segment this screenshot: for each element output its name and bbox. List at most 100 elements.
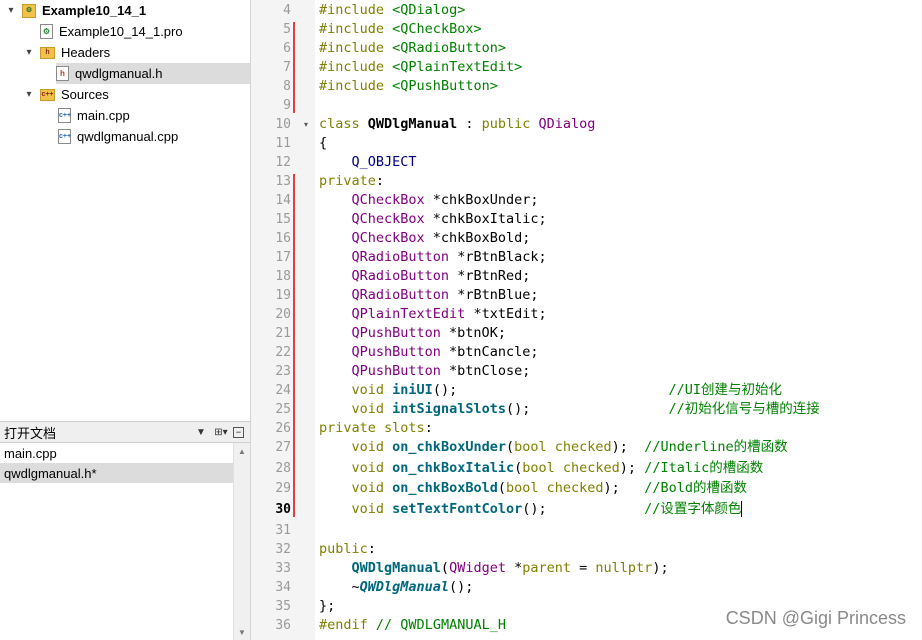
close-icon[interactable]: − bbox=[233, 426, 244, 438]
code-line[interactable]: void on_chkBoxUnder(bool checked); //Und… bbox=[319, 438, 788, 457]
line-number: 20 bbox=[275, 307, 291, 322]
code-line[interactable]: QCheckBox *chkBoxItalic; bbox=[319, 210, 547, 229]
code-line[interactable]: QCheckBox *chkBoxBold; bbox=[319, 229, 531, 248]
code-line[interactable]: private: bbox=[319, 172, 384, 191]
code-line[interactable]: }; bbox=[319, 597, 335, 616]
tree-item-qwdlgmanual-h[interactable]: h qwdlgmanual.h bbox=[56, 63, 250, 84]
code-line[interactable]: #include <QCheckBox> bbox=[319, 20, 482, 39]
open-documents-title: 打开文档 bbox=[4, 425, 57, 441]
code-line[interactable]: QCheckBox *chkBoxUnder; bbox=[319, 191, 539, 210]
tree-item-example10-14-1-pro[interactable]: ⚙ Example10_14_1.pro bbox=[40, 21, 183, 42]
code-line[interactable]: public: bbox=[319, 540, 376, 559]
code-line[interactable]: void intSignalSlots(); //初始化信号与槽的连接 bbox=[319, 400, 820, 419]
line-number: 10 bbox=[275, 117, 291, 132]
text-cursor bbox=[741, 501, 743, 517]
code-line[interactable]: #include <QDialog> bbox=[319, 1, 465, 20]
code-line[interactable]: void iniUI(); //UI创建与初始化 bbox=[319, 381, 783, 400]
line-number: 7 bbox=[283, 60, 291, 75]
code-editor[interactable]: #include <QDialog> #include <QCheckBox> #i… bbox=[315, 0, 922, 640]
line-number: 30 bbox=[275, 502, 291, 517]
left-panel: ▾ ⚙ Example10_14_1 ⚙ Example10_14_1.pro ▾ h Hea… bbox=[0, 0, 251, 640]
line-number: 23 bbox=[275, 364, 291, 379]
tree-item-headers[interactable]: h Headers bbox=[40, 42, 110, 63]
tree-item-label: main.cpp bbox=[77, 108, 130, 123]
split-icon[interactable]: ⊞▾ bbox=[213, 425, 229, 439]
code-line[interactable]: QRadioButton *rBtnBlue; bbox=[319, 286, 539, 305]
line-number: 4 bbox=[283, 3, 291, 18]
code-line[interactable]: void on_chkBoxBold(bool checked); //Bold… bbox=[319, 479, 747, 498]
line-number: 18 bbox=[275, 269, 291, 284]
code-line[interactable]: #endif // QWDLGMANUAL_H bbox=[319, 616, 506, 635]
code-line[interactable]: void setTextFontColor(); //设置字体颜色 bbox=[319, 500, 743, 519]
scroll-up-icon[interactable]: ▲ bbox=[234, 443, 250, 459]
open-documents-scrollbar[interactable]: ▲ ▼ bbox=[233, 443, 250, 640]
line-number: 5 bbox=[283, 22, 291, 37]
code-line[interactable]: void on_chkBoxItalic(bool checked); //It… bbox=[319, 459, 764, 478]
line-number: 15 bbox=[275, 212, 291, 227]
line-number: 13 bbox=[275, 174, 291, 189]
expand-arrow-icon[interactable]: ▾ bbox=[22, 42, 36, 63]
project-icon: ⚙ bbox=[22, 3, 36, 18]
combo-arrow-icon[interactable]: ▼ bbox=[193, 425, 209, 439]
code-line[interactable]: QPushButton *btnOK; bbox=[319, 324, 506, 343]
line-number: 34 bbox=[275, 580, 291, 595]
line-number: 31 bbox=[275, 523, 291, 538]
code-line[interactable]: QPushButton *btnCancle; bbox=[319, 343, 539, 362]
tree-item-label: Sources bbox=[61, 87, 109, 102]
tree-item-sources[interactable]: c++ Sources bbox=[40, 84, 109, 105]
code-line[interactable]: #include <QPushButton> bbox=[319, 77, 498, 96]
open-document-item[interactable]: qwdlgmanual.h* bbox=[0, 463, 233, 483]
code-line[interactable]: QRadioButton *rBtnRed; bbox=[319, 267, 531, 286]
line-number: 16 bbox=[275, 231, 291, 246]
code-line[interactable]: Q_OBJECT bbox=[319, 153, 417, 172]
line-number: 36 bbox=[275, 618, 291, 633]
line-number: 28 bbox=[275, 461, 291, 476]
open-documents-list: main.cpp qwdlgmanual.h* bbox=[0, 443, 233, 640]
line-number: 24 bbox=[275, 383, 291, 398]
expand-arrow-icon[interactable]: ▾ bbox=[22, 84, 36, 105]
code-line[interactable]: QPushButton *btnClose; bbox=[319, 362, 531, 381]
line-number: 6 bbox=[283, 41, 291, 56]
pro-file-icon: ⚙ bbox=[40, 24, 53, 39]
editor-gutter: 4 5 6 7 8 9 10 ▾ 11 12 13 14 15 16 17 18 19 20 21 22 23 24 25 2… bbox=[251, 0, 315, 640]
code-line[interactable]: #include <QPlainTextEdit> bbox=[319, 58, 522, 77]
code-line[interactable]: QPlainTextEdit *txtEdit; bbox=[319, 305, 547, 324]
fold-arrow-icon[interactable]: ▾ bbox=[301, 115, 311, 134]
line-number: 35 bbox=[275, 599, 291, 614]
code-line[interactable]: QWDlgManual(QWidget *parent = nullptr); bbox=[319, 559, 669, 578]
tree-item-label: Headers bbox=[61, 45, 111, 60]
line-number: 19 bbox=[275, 288, 291, 303]
line-number: 11 bbox=[275, 136, 291, 151]
scroll-down-icon[interactable]: ▼ bbox=[234, 624, 250, 640]
code-line[interactable]: class QWDlgManual : public QDialog bbox=[319, 115, 595, 134]
code-line[interactable]: #include <QRadioButton> bbox=[319, 39, 506, 58]
change-marker bbox=[293, 22, 295, 113]
cpp-file-icon: c++ bbox=[58, 108, 71, 123]
tree-item-example10-14-1[interactable]: ⚙ Example10_14_1 bbox=[22, 0, 146, 21]
line-number: 33 bbox=[275, 561, 291, 576]
cpp-file-icon: c++ bbox=[58, 129, 71, 144]
code-line[interactable]: ~QWDlgManual(); bbox=[319, 578, 474, 597]
tree-item-label: Example10_14_1 bbox=[42, 3, 147, 18]
header-file-icon: h bbox=[56, 66, 69, 81]
tree-item-qwdlgmanual-cpp[interactable]: c++ qwdlgmanual.cpp bbox=[58, 126, 178, 147]
open-document-item[interactable]: main.cpp bbox=[0, 443, 233, 463]
line-number: 17 bbox=[275, 250, 291, 265]
expand-arrow-icon[interactable]: ▾ bbox=[4, 0, 18, 21]
line-number: 21 bbox=[275, 326, 291, 341]
watermark: CSDN @Gigi Princess bbox=[725, 608, 906, 628]
code-line[interactable]: { bbox=[319, 134, 327, 153]
change-marker bbox=[293, 174, 295, 517]
line-number: 27 bbox=[275, 440, 291, 455]
tree-item-label: Example10_14_1.pro bbox=[59, 24, 183, 39]
open-documents-header: 打开文档 ▼ ⊞▾ − bbox=[0, 421, 250, 443]
code-line[interactable]: QRadioButton *rBtnBlack; bbox=[319, 248, 547, 267]
headers-folder-icon: h bbox=[40, 46, 55, 59]
tree-item-label: qwdlgmanual.h bbox=[75, 66, 163, 81]
line-number: 22 bbox=[275, 345, 291, 360]
sources-folder-icon: c++ bbox=[40, 88, 55, 101]
line-number: 12 bbox=[275, 155, 291, 170]
line-number: 14 bbox=[275, 193, 291, 208]
tree-item-main-cpp[interactable]: c++ main.cpp bbox=[58, 105, 130, 126]
code-line[interactable]: private slots: bbox=[319, 419, 433, 438]
